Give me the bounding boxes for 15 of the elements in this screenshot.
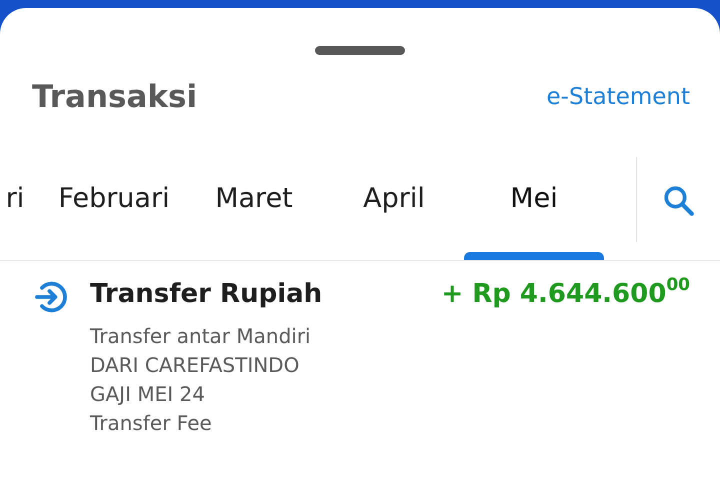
search-icon[interactable]: [662, 184, 696, 218]
e-statement-link[interactable]: e-Statement: [546, 80, 690, 114]
transaction-detail: Transfer Fee: [90, 410, 213, 437]
month-tab[interactable]: Mei: [510, 179, 558, 220]
transaction-detail: DARI CAREFASTINDO: [90, 352, 300, 379]
month-tab[interactable]: April: [363, 179, 425, 220]
transaction-title: Transfer Rupiah: [90, 278, 322, 311]
month-tab[interactable]: Februari: [58, 179, 170, 220]
transaction-detail: GAJI MEI 24: [90, 381, 206, 408]
drag-handle[interactable]: [315, 46, 405, 55]
page-title: Transaksi: [32, 78, 198, 117]
month-tab[interactable]: ri: [6, 179, 24, 220]
month-tab[interactable]: Maret: [215, 179, 293, 220]
transaction-detail: Transfer antar Mandiri: [90, 323, 312, 350]
transaction-amount: + Rp 4.644.600$^{00}$: [441, 275, 690, 311]
